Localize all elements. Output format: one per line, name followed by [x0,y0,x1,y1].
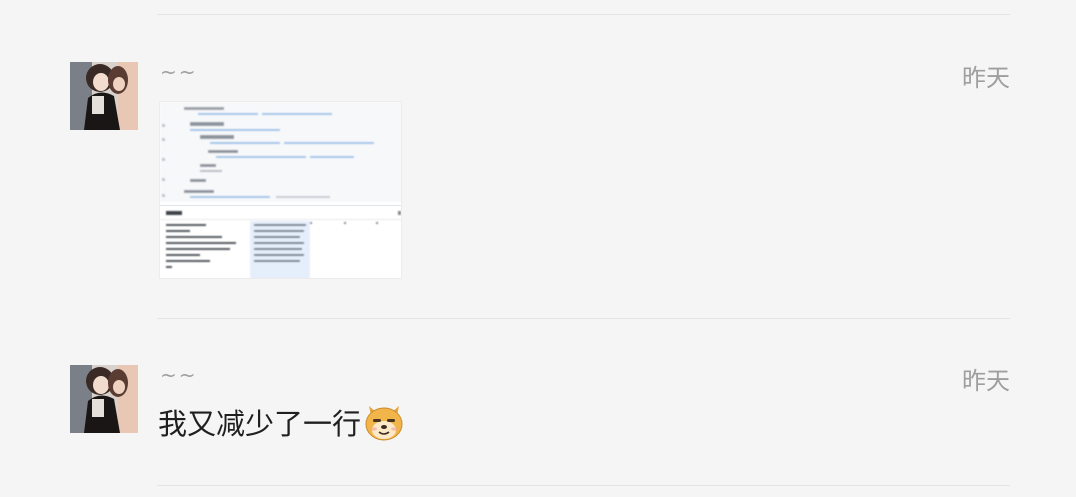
doge-emoji-icon [363,402,405,442]
message-time: 昨天 [962,367,1010,395]
message-text-row: 我又减少了一行 [158,401,405,443]
sender-name: ~~ [160,363,198,387]
chat-message-list: ~~ 昨天 ~~ 昨天 我又减少了一行 [0,0,1076,497]
avatar[interactable] [70,62,138,130]
avatar[interactable] [70,365,138,433]
message-divider [157,14,1010,15]
message-time: 昨天 [962,64,1010,92]
sender-name: ~~ [160,60,198,84]
girl-portrait-avatar-icon [70,365,138,433]
message-text: 我又减少了一行 [158,407,362,441]
message-divider [157,318,1010,319]
girl-portrait-avatar-icon [70,62,138,130]
message-divider [157,485,1010,486]
blurred-table-screenshot-icon [160,102,401,278]
image-attachment[interactable] [159,101,402,279]
